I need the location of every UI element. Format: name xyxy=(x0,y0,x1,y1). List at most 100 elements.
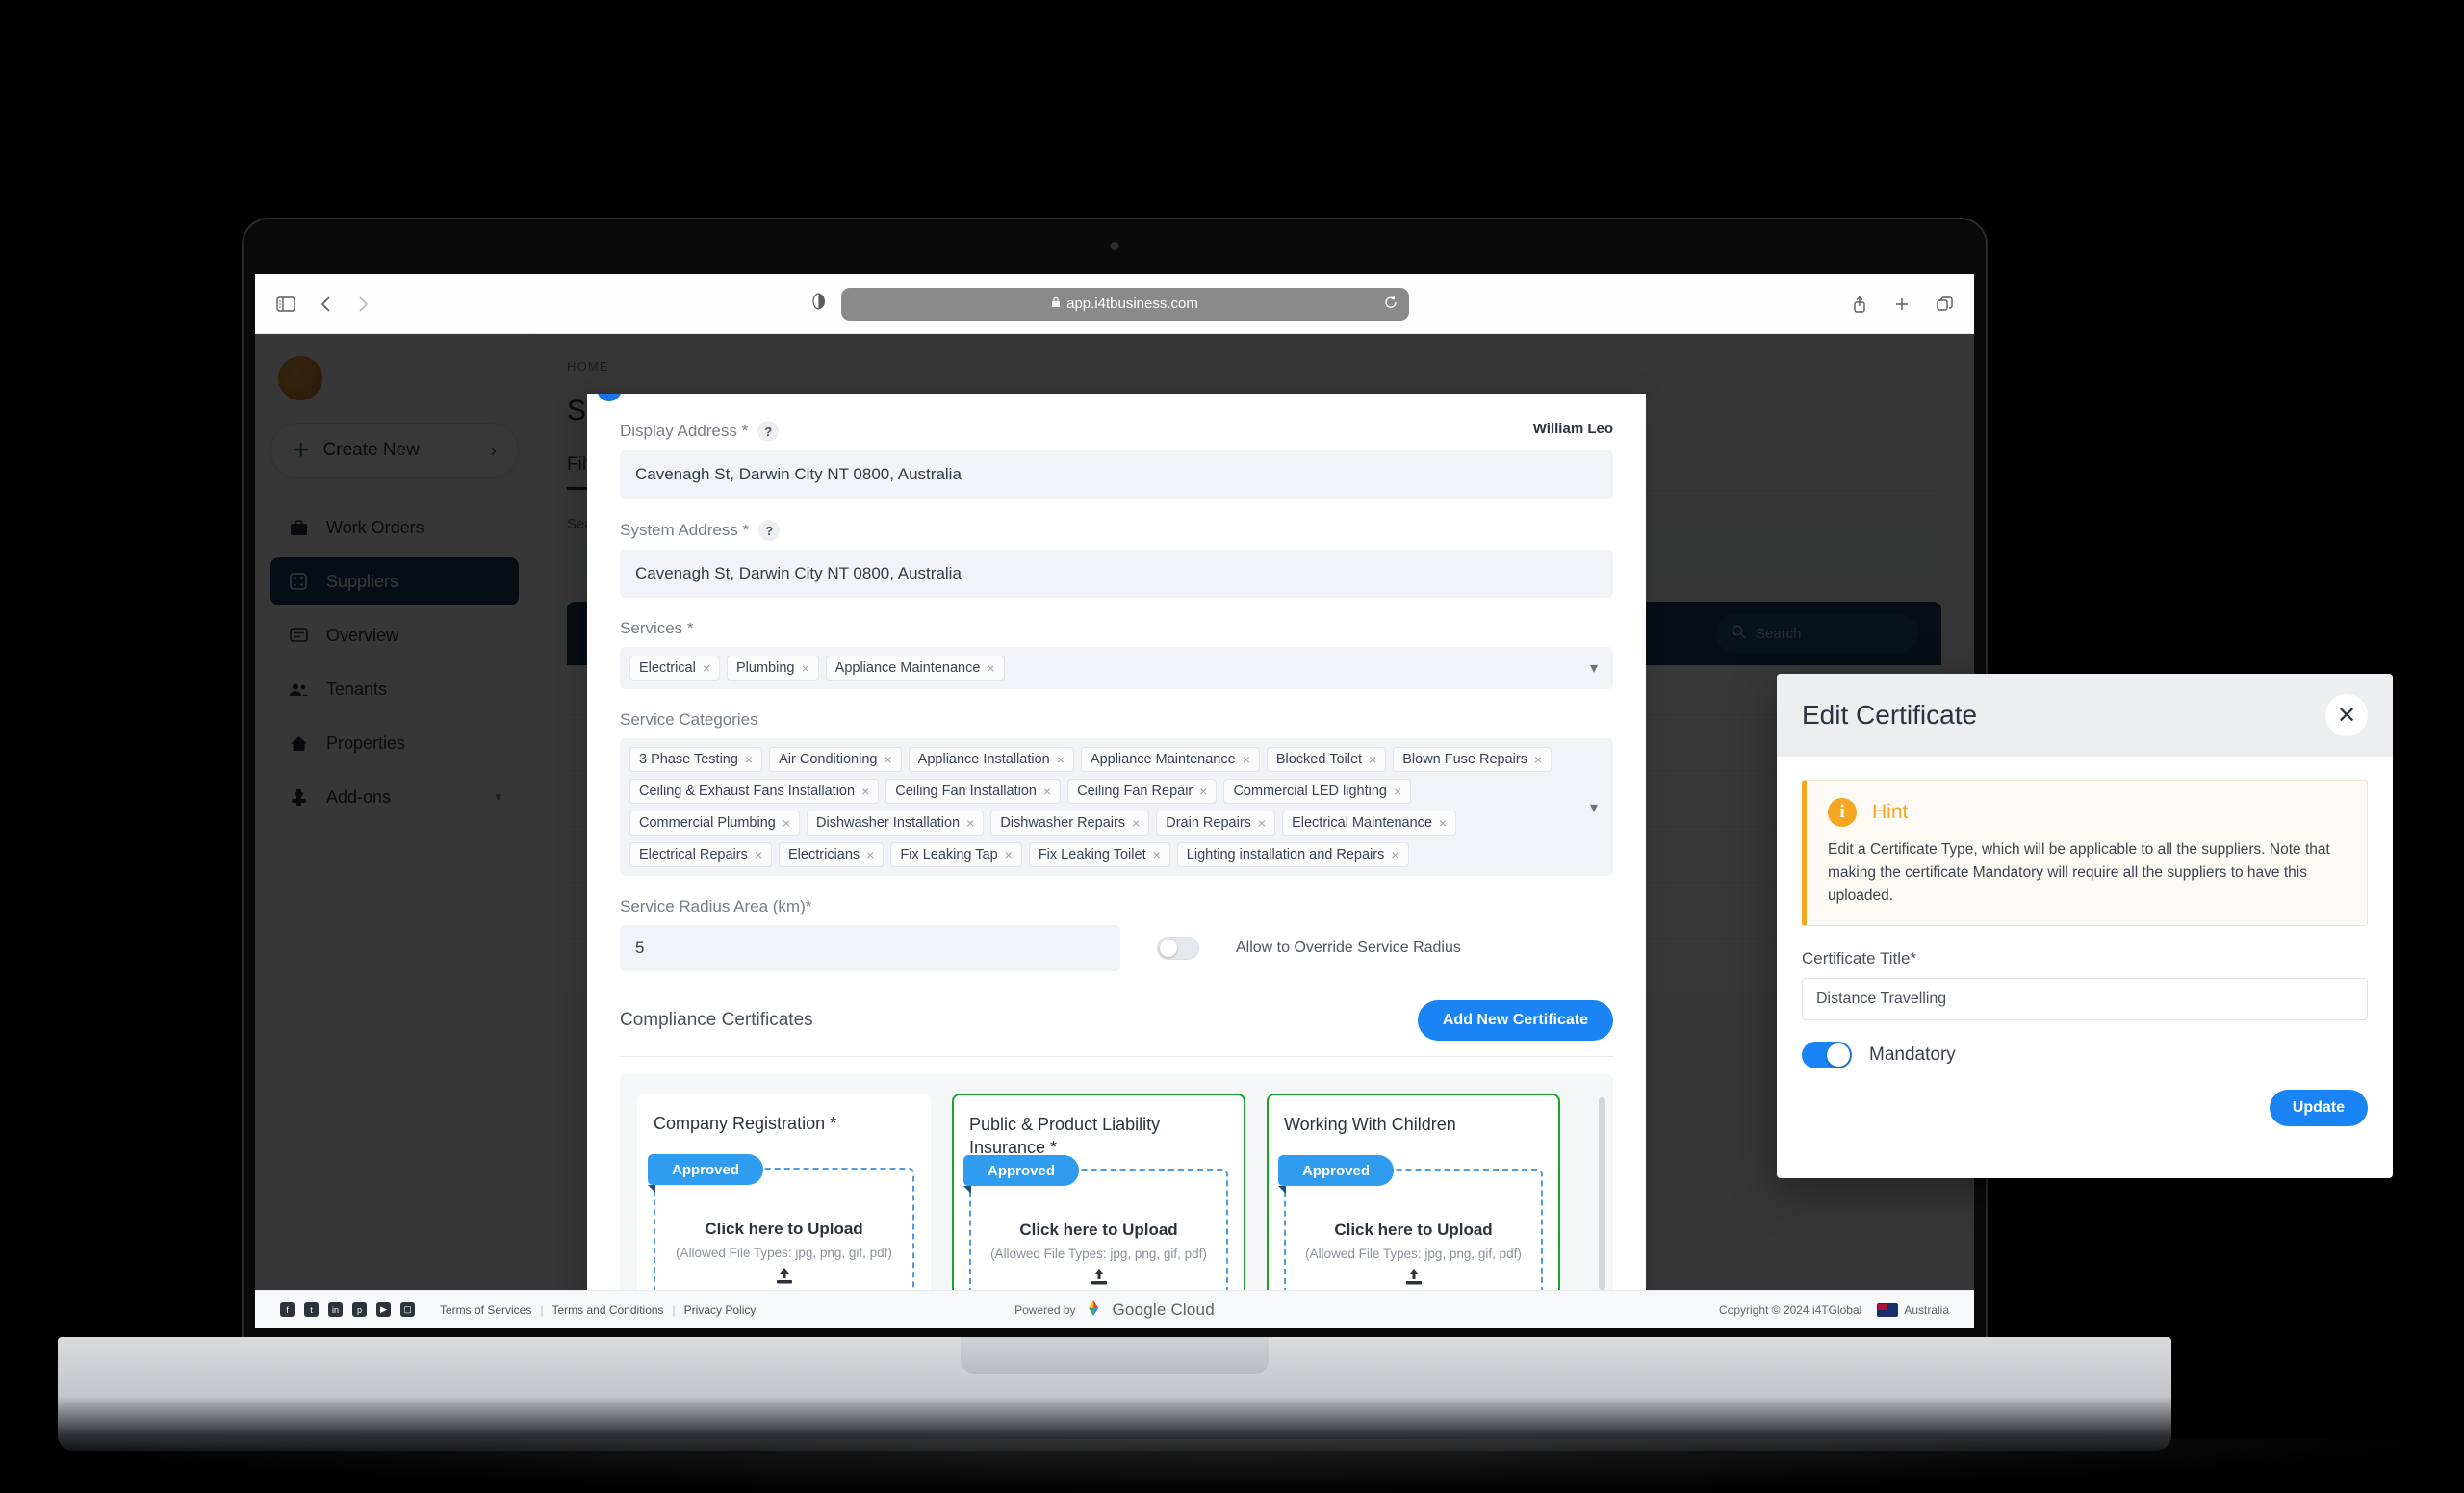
chevron-down-icon[interactable]: ▾ xyxy=(1590,798,1598,817)
sidebar-item-properties[interactable]: Properties xyxy=(270,719,519,767)
service-category-chip[interactable]: Ceiling Fan Installation × xyxy=(886,779,1062,804)
chip-remove-icon[interactable]: × xyxy=(1057,752,1065,767)
service-category-chip[interactable]: Blocked Toilet × xyxy=(1266,747,1387,772)
chip-remove-icon[interactable]: × xyxy=(1043,784,1051,799)
chip-remove-icon[interactable]: × xyxy=(866,847,874,862)
service-categories-chip-field[interactable]: 3 Phase Testing × Air Conditioning × Applian… xyxy=(620,738,1613,876)
service-radius-input[interactable]: 5 xyxy=(620,925,1120,971)
linkedin-icon[interactable]: in xyxy=(328,1302,343,1317)
youtube-icon[interactable]: ▶ xyxy=(376,1302,391,1317)
plus-icon[interactable] xyxy=(1894,296,1910,312)
help-icon[interactable]: ? xyxy=(757,421,780,442)
laptop-notch xyxy=(961,1337,1269,1374)
chip-remove-icon[interactable]: × xyxy=(884,752,891,767)
service-chip[interactable]: Electrical × xyxy=(629,656,721,681)
compliance-title: Compliance Certificates xyxy=(620,1010,813,1030)
chip-remove-icon[interactable]: × xyxy=(1243,752,1250,767)
add-new-certificate-button[interactable]: Add New Certificate xyxy=(1417,1000,1613,1041)
reader-mode-icon[interactable] xyxy=(811,293,826,315)
footer-link-terms-and-conditions[interactable]: Terms and Conditions xyxy=(552,1303,663,1317)
footer-link-terms-of-services[interactable]: Terms of Services xyxy=(440,1303,531,1317)
service-category-chip[interactable]: Dishwasher Installation × xyxy=(807,811,985,836)
sidebar-item-work-orders[interactable]: Work Orders xyxy=(270,503,519,552)
display-address-value[interactable]: Cavenagh St, Darwin City NT 0800, Austra… xyxy=(620,450,1613,499)
tabs-icon[interactable] xyxy=(1937,296,1953,312)
address-bar[interactable]: app.i4tbusiness.com xyxy=(840,287,1409,321)
service-category-chip[interactable]: Appliance Maintenance × xyxy=(1080,747,1260,772)
chevron-down-icon[interactable]: ▾ xyxy=(1590,658,1598,678)
update-button[interactable]: Update xyxy=(2269,1090,2368,1127)
region-label: Australia xyxy=(1904,1302,1949,1317)
chip-remove-icon[interactable]: × xyxy=(1439,815,1447,831)
chip-remove-icon[interactable]: × xyxy=(861,784,869,799)
service-category-chip[interactable]: 3 Phase Testing × xyxy=(629,747,763,772)
back-icon[interactable] xyxy=(321,296,332,313)
chip-remove-icon[interactable]: × xyxy=(1005,847,1013,862)
chip-label: Electrical Repairs xyxy=(639,847,748,862)
copyright: Copyright © 2024 i4TGlobal xyxy=(1719,1302,1862,1317)
service-category-chip[interactable]: Fix Leaking Toilet × xyxy=(1028,842,1170,867)
laptop-screen: app.i4tbusiness.com + Create New › Work … xyxy=(255,274,1974,1328)
certificates-scrollbar[interactable] xyxy=(1599,1097,1605,1290)
pinterest-icon[interactable]: p xyxy=(352,1302,367,1317)
table-search-input[interactable]: Search xyxy=(1716,614,1918,653)
service-category-chip[interactable]: Electrical Repairs × xyxy=(629,842,773,867)
chip-remove-icon[interactable]: × xyxy=(1258,815,1266,831)
services-chip-field[interactable]: Electrical × Plumbing × Appliance Maintenanc… xyxy=(620,647,1613,689)
service-chip[interactable]: Appliance Maintenance × xyxy=(825,656,1005,681)
reload-icon[interactable] xyxy=(1384,296,1398,313)
certificate-title-label: Certificate Title* xyxy=(1802,949,1917,968)
override-service-radius-toggle[interactable] xyxy=(1157,937,1199,960)
service-category-chip[interactable]: Fix Leaking Tap × xyxy=(890,842,1022,867)
chip-remove-icon[interactable]: × xyxy=(1153,847,1161,862)
close-icon[interactable]: ✕ xyxy=(2325,694,2368,736)
sidebar-item-suppliers[interactable]: Suppliers xyxy=(270,557,519,605)
chip-remove-icon[interactable]: × xyxy=(783,815,790,831)
service-category-chip[interactable]: Electrical Maintenance × xyxy=(1282,811,1457,836)
chip-remove-icon[interactable]: × xyxy=(987,660,994,676)
forward-icon[interactable] xyxy=(357,296,369,313)
service-category-chip[interactable]: Appliance Installation × xyxy=(908,747,1074,772)
service-category-chip[interactable]: Lighting installation and Repairs × xyxy=(1176,842,1409,867)
chip-remove-icon[interactable]: × xyxy=(801,660,808,676)
sidebar-item-overview[interactable]: Overview xyxy=(270,611,519,659)
service-category-chip[interactable]: Ceiling Fan Repair × xyxy=(1067,779,1218,804)
system-address-value[interactable]: Cavenagh St, Darwin City NT 0800, Austra… xyxy=(620,550,1613,598)
sidebar-item-add-ons[interactable]: Add-ons ▾ xyxy=(270,773,519,821)
chip-remove-icon[interactable]: × xyxy=(1394,784,1401,799)
service-category-chip[interactable]: Commercial Plumbing × xyxy=(629,811,801,836)
sidebar-item-label: Add-ons xyxy=(326,786,392,807)
chip-remove-icon[interactable]: × xyxy=(1369,752,1376,767)
service-category-chip[interactable]: Commercial LED lighting × xyxy=(1223,779,1412,804)
certificate-title-input[interactable]: Distance Travelling xyxy=(1802,978,2368,1021)
facebook-icon[interactable]: f xyxy=(280,1302,295,1317)
chip-remove-icon[interactable]: × xyxy=(1132,815,1140,831)
chip-remove-icon[interactable]: × xyxy=(1534,752,1542,767)
share-icon[interactable] xyxy=(1852,296,1867,313)
chip-remove-icon[interactable]: × xyxy=(755,847,762,862)
chip-remove-icon[interactable]: × xyxy=(1199,784,1207,799)
service-category-chip[interactable]: Dishwasher Repairs × xyxy=(990,811,1150,836)
chip-remove-icon[interactable]: × xyxy=(703,660,710,676)
sidebar-item-tenants[interactable]: Tenants xyxy=(270,665,519,713)
chip-remove-icon[interactable]: × xyxy=(745,752,753,767)
service-category-chip[interactable]: Electricians × xyxy=(779,842,885,867)
service-chip[interactable]: Plumbing × xyxy=(727,656,819,681)
sidebar-item-label: Suppliers xyxy=(326,571,399,591)
sidebar-toggle-icon[interactable] xyxy=(276,296,295,312)
mandatory-toggle[interactable] xyxy=(1802,1042,1852,1069)
service-category-chip[interactable]: Ceiling & Exhaust Fans Installation × xyxy=(629,779,880,804)
create-new-button[interactable]: + Create New › xyxy=(270,423,519,478)
info-icon: i xyxy=(1828,798,1857,827)
help-icon[interactable]: ? xyxy=(758,520,781,541)
screenshot-stage: app.i4tbusiness.com + Create New › Work … xyxy=(0,0,2464,1493)
sidebar-nav: Work Orders Suppliers Overview Tenants P… xyxy=(270,503,519,821)
twitter-icon[interactable]: t xyxy=(304,1302,319,1317)
service-category-chip[interactable]: Blown Fuse Repairs × xyxy=(1393,747,1553,772)
footer-link-privacy-policy[interactable]: Privacy Policy xyxy=(684,1303,757,1317)
chip-remove-icon[interactable]: × xyxy=(1391,847,1399,862)
chip-remove-icon[interactable]: × xyxy=(966,815,974,831)
service-category-chip[interactable]: Air Conditioning × xyxy=(769,747,902,772)
service-category-chip[interactable]: Drain Repairs × xyxy=(1156,811,1276,836)
instagram-icon[interactable]: ▢ xyxy=(400,1302,415,1317)
